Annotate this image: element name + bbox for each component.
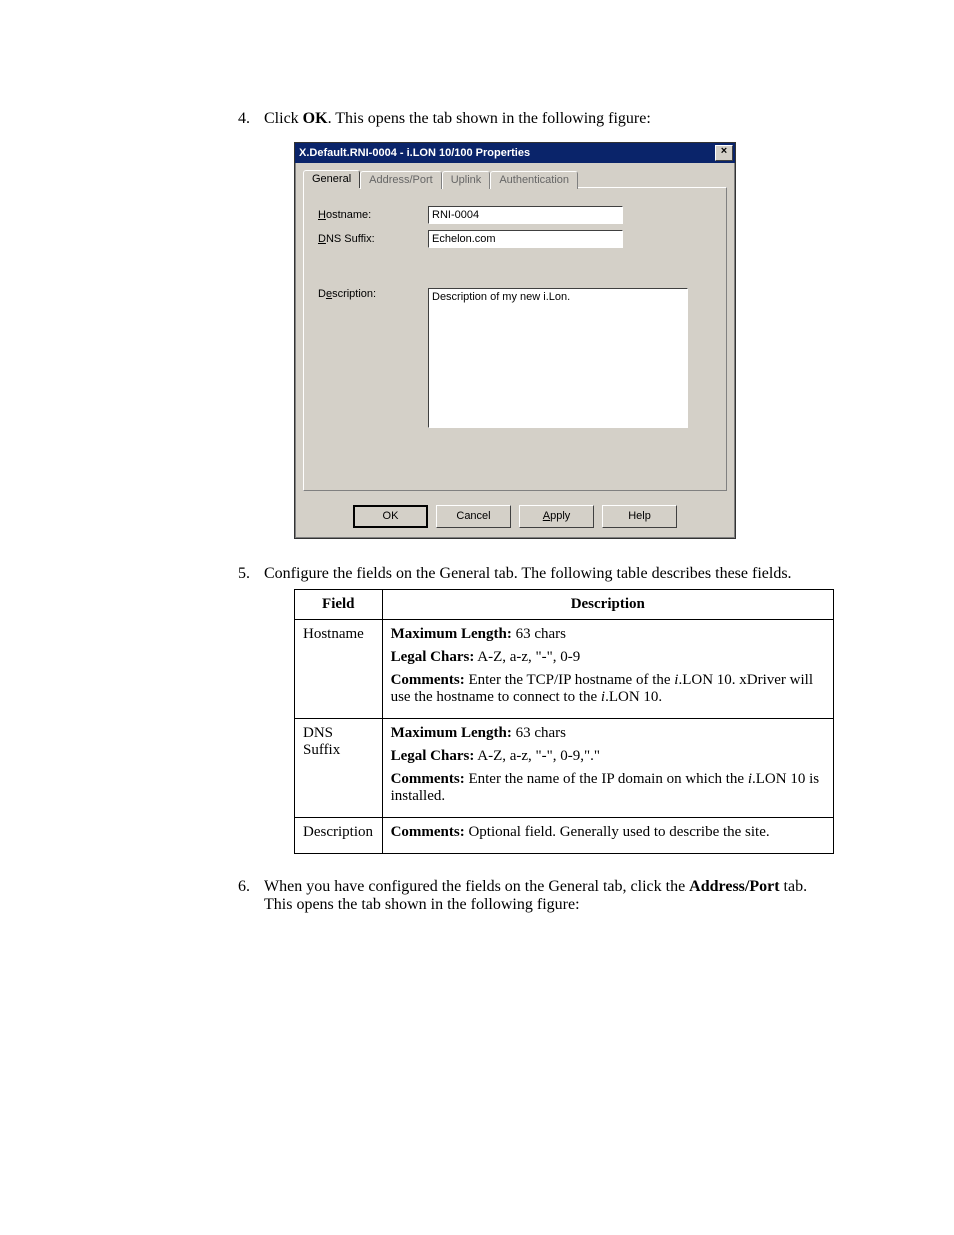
close-button[interactable]: × xyxy=(715,145,733,161)
tab-address-port[interactable]: Address/Port xyxy=(360,171,442,189)
table-row: Description Comments: Optional field. Ge… xyxy=(295,818,834,854)
field-cell: DNS Suffix xyxy=(295,719,383,818)
step-4-number: 4. xyxy=(220,110,264,557)
description-textarea[interactable] xyxy=(428,288,688,428)
dns-suffix-label: DNS Suffix: xyxy=(318,233,428,245)
step-6-number: 6. xyxy=(220,878,264,914)
step-6-body: When you have configured the fields on t… xyxy=(264,878,834,914)
apply-button[interactable]: Apply xyxy=(519,505,594,528)
col-description: Description xyxy=(382,590,833,620)
desc-cell: Maximum Length: 63 chars Legal Chars: A-… xyxy=(382,620,833,719)
ok-button[interactable]: OK xyxy=(353,505,428,528)
properties-dialog: X.Default.RNI-0004 - i.LON 10/100 Proper… xyxy=(294,142,736,539)
step-5-number: 5. xyxy=(220,565,264,870)
desc-cell: Comments: Optional field. Generally used… xyxy=(382,818,833,854)
tab-uplink[interactable]: Uplink xyxy=(442,171,491,189)
step-5: 5. Configure the fields on the General t… xyxy=(220,565,834,870)
cancel-button[interactable]: Cancel xyxy=(436,505,511,528)
dialog-titlebar[interactable]: X.Default.RNI-0004 - i.LON 10/100 Proper… xyxy=(295,143,735,163)
help-button[interactable]: Help xyxy=(602,505,677,528)
table-row: DNS Suffix Maximum Length: 63 chars Lega… xyxy=(295,719,834,818)
step-4: 4. Click OK. This opens the tab shown in… xyxy=(220,110,834,557)
general-tab-panel: Hostname: DNS Suffix: Description: xyxy=(303,187,727,491)
description-label: Description: xyxy=(318,288,428,300)
dialog-button-row: OK Cancel Apply Help xyxy=(295,499,735,538)
field-cell: Description xyxy=(295,818,383,854)
tab-strip: General Address/Port Uplink Authenticati… xyxy=(295,163,735,187)
dns-suffix-input[interactable] xyxy=(428,230,623,248)
field-cell: Hostname xyxy=(295,620,383,719)
col-field: Field xyxy=(295,590,383,620)
close-icon: × xyxy=(721,145,727,157)
tab-authentication[interactable]: Authentication xyxy=(490,171,578,189)
step-6: 6. When you have configured the fields o… xyxy=(220,878,834,914)
dialog-title: X.Default.RNI-0004 - i.LON 10/100 Proper… xyxy=(299,147,530,159)
step-5-body: Configure the fields on the General tab.… xyxy=(264,565,834,870)
tab-general[interactable]: General xyxy=(303,170,360,188)
hostname-label: Hostname: xyxy=(318,209,428,221)
field-description-table: Field Description Hostname Maximum Lengt… xyxy=(294,589,834,854)
desc-cell: Maximum Length: 63 chars Legal Chars: A-… xyxy=(382,719,833,818)
step-4-body: Click OK. This opens the tab shown in th… xyxy=(264,110,834,557)
table-row: Hostname Maximum Length: 63 chars Legal … xyxy=(295,620,834,719)
hostname-input[interactable] xyxy=(428,206,623,224)
